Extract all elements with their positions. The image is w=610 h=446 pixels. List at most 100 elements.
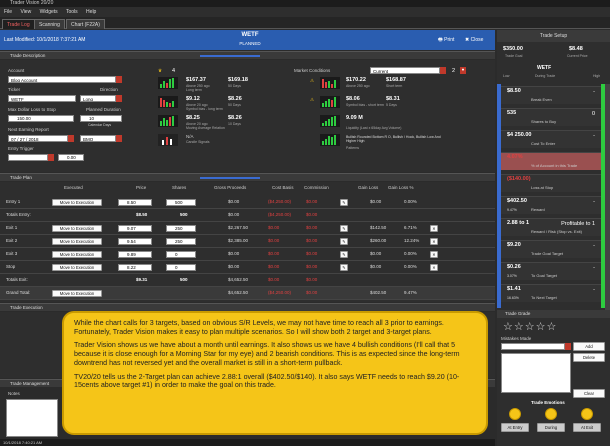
mistakes-list[interactable]	[501, 353, 571, 393]
move-to-execution-button[interactable]: Move to Execution	[52, 225, 102, 232]
row-gross: $2,385.00	[228, 238, 249, 243]
shares-input[interactable]: 0	[166, 251, 196, 258]
move-to-execution-button[interactable]: Move to Execution	[52, 264, 102, 271]
setup-row-right: -	[593, 265, 595, 271]
menu-tools[interactable]: Tools	[66, 9, 78, 15]
trade-grade-header[interactable]: Trade Grade	[497, 310, 610, 318]
market-conditions-select[interactable]: Current	[370, 67, 440, 74]
notes-textarea[interactable]	[6, 399, 58, 437]
price-input[interactable]: 8.22	[118, 264, 152, 271]
row-gainpct: 0.00%	[404, 251, 417, 256]
tab-scanning[interactable]: Scanning	[34, 19, 65, 29]
setup-row-value: $0.26	[507, 264, 521, 270]
planned-duration-input[interactable]: 10	[80, 115, 122, 122]
ticker-input[interactable]: WETF	[8, 95, 76, 102]
next-earning-date[interactable]: 07 / 27 / 2018	[8, 135, 68, 142]
ticker-label: Ticker	[8, 87, 21, 92]
menu-file[interactable]: File	[4, 9, 12, 15]
exit-emotion-icon[interactable]	[581, 408, 593, 420]
trade-plan-header[interactable]: Trade Plan	[0, 173, 495, 181]
tab-trade-log[interactable]: Trade Log	[2, 19, 35, 29]
row-gross: $0.00	[228, 251, 240, 256]
delete-row-icon[interactable]: ✕	[430, 264, 438, 271]
star-icon[interactable]: ☆	[525, 321, 535, 333]
delete-row-icon[interactable]: ✕	[430, 225, 438, 232]
star-icon[interactable]: ☆	[503, 321, 513, 333]
at-entry-button[interactable]: At Entry	[501, 423, 529, 432]
mistakes-dropdown-icon[interactable]	[565, 343, 571, 350]
star-icon[interactable]: ☆	[547, 321, 557, 333]
edit-icon[interactable]: ✎	[340, 238, 348, 245]
row-gainpct: 6.71%	[404, 225, 417, 230]
earning-time-dropdown-icon[interactable]	[116, 135, 122, 142]
print-button[interactable]: 🖶 Print	[438, 37, 454, 45]
menu-widgets[interactable]: Widgets	[40, 9, 58, 15]
menu-help[interactable]: Help	[86, 9, 96, 15]
direction-select[interactable]: Long	[80, 95, 116, 102]
row-commission: $0.00	[306, 251, 318, 256]
shares-input[interactable]: 250	[166, 238, 196, 245]
add-mistake-button[interactable]: Add	[573, 342, 605, 351]
price-input[interactable]: 8.50	[118, 199, 152, 206]
mistakes-select[interactable]	[501, 343, 565, 350]
row-gain: $0.00	[370, 199, 382, 204]
entry-emotion-icon[interactable]	[509, 408, 521, 420]
price-input[interactable]: 9.89	[118, 251, 152, 258]
edit-icon[interactable]: ✎	[340, 199, 348, 206]
during-emotion-icon[interactable]	[545, 408, 557, 420]
setup-percent: 3.07%	[507, 274, 517, 278]
move-to-execution-button[interactable]: Move to Execution	[52, 199, 102, 206]
next-earning-time[interactable]: BMO	[80, 135, 116, 142]
entry-trigger-dropdown-icon[interactable]	[48, 154, 54, 161]
trade-description-header[interactable]: Trade Description	[0, 51, 495, 59]
stat6-value1: 9.09 M	[346, 115, 363, 121]
move-to-execution-button[interactable]: Move to Execution	[52, 251, 102, 258]
during-button[interactable]: During	[537, 423, 565, 432]
direction-dropdown-icon[interactable]	[116, 95, 122, 102]
tab-chart[interactable]: Chart (F22A)	[66, 19, 105, 29]
market-dropdown-icon[interactable]	[440, 67, 446, 74]
row-gain: $142.50	[370, 225, 387, 230]
account-select[interactable]: Blog Account	[8, 76, 116, 83]
shares-input[interactable]: 500	[166, 199, 196, 206]
col-shares: Shares	[172, 185, 187, 190]
price-input[interactable]: 9.54	[118, 238, 152, 245]
setup-row-label: To Goal Target	[531, 273, 557, 278]
grade-stars[interactable]: ☆☆☆☆☆	[503, 320, 557, 333]
row-commission: $0.00	[306, 212, 318, 217]
entry-trigger-input[interactable]: 0.00	[58, 154, 84, 161]
edit-icon[interactable]: ✎	[340, 251, 348, 258]
star-icon[interactable]: ☆	[536, 321, 546, 333]
move-to-execution-button[interactable]: Move to Execution	[52, 290, 102, 297]
candle-na: N/A	[186, 134, 194, 139]
move-to-execution-button[interactable]: Move to Execution	[52, 238, 102, 245]
row-commission: $0.00	[306, 277, 318, 282]
trade-plan-panel: Executed Price Shares Gross Proceeds Cos…	[0, 182, 495, 302]
trade-goal-value: $350.00	[503, 46, 523, 52]
row-gainpct: 0.00%	[404, 264, 417, 269]
delete-mistake-button[interactable]: Delete	[573, 353, 605, 362]
stat2-sub1b: Symbol bias - long term	[186, 107, 223, 111]
shares-input[interactable]: 0	[166, 264, 196, 271]
account-dropdown-icon[interactable]	[116, 76, 122, 83]
clear-mistake-button[interactable]: Clear	[573, 389, 605, 398]
plan-row: Grand Total: Move to Execution $4,652.50 ($…	[0, 287, 495, 300]
trade-execution-header[interactable]: Trade Execution	[0, 303, 495, 311]
edit-icon[interactable]: ✎	[340, 264, 348, 271]
stat5-value2: $8.31	[386, 96, 400, 102]
right-scrollbar[interactable]	[605, 84, 610, 310]
price-input[interactable]: 9.07	[118, 225, 152, 232]
trade-description-panel: Account Blog Account Ticker Direction WE…	[0, 60, 495, 172]
calendar-icon[interactable]	[68, 135, 74, 142]
delete-row-icon[interactable]: ✕	[430, 238, 438, 245]
edit-icon[interactable]: ✎	[340, 225, 348, 232]
row-label: Exit 2	[6, 238, 18, 243]
delete-row-icon[interactable]: ✕	[430, 251, 438, 258]
max-dollar-input[interactable]: 150.00	[8, 115, 74, 122]
entry-trigger-select[interactable]	[8, 154, 48, 161]
shares-input[interactable]: 250	[166, 225, 196, 232]
at-exit-button[interactable]: At Exit	[573, 423, 601, 432]
menu-view[interactable]: View	[20, 9, 31, 15]
close-button[interactable]: ✖ Close	[465, 37, 483, 43]
star-icon[interactable]: ☆	[514, 321, 524, 333]
